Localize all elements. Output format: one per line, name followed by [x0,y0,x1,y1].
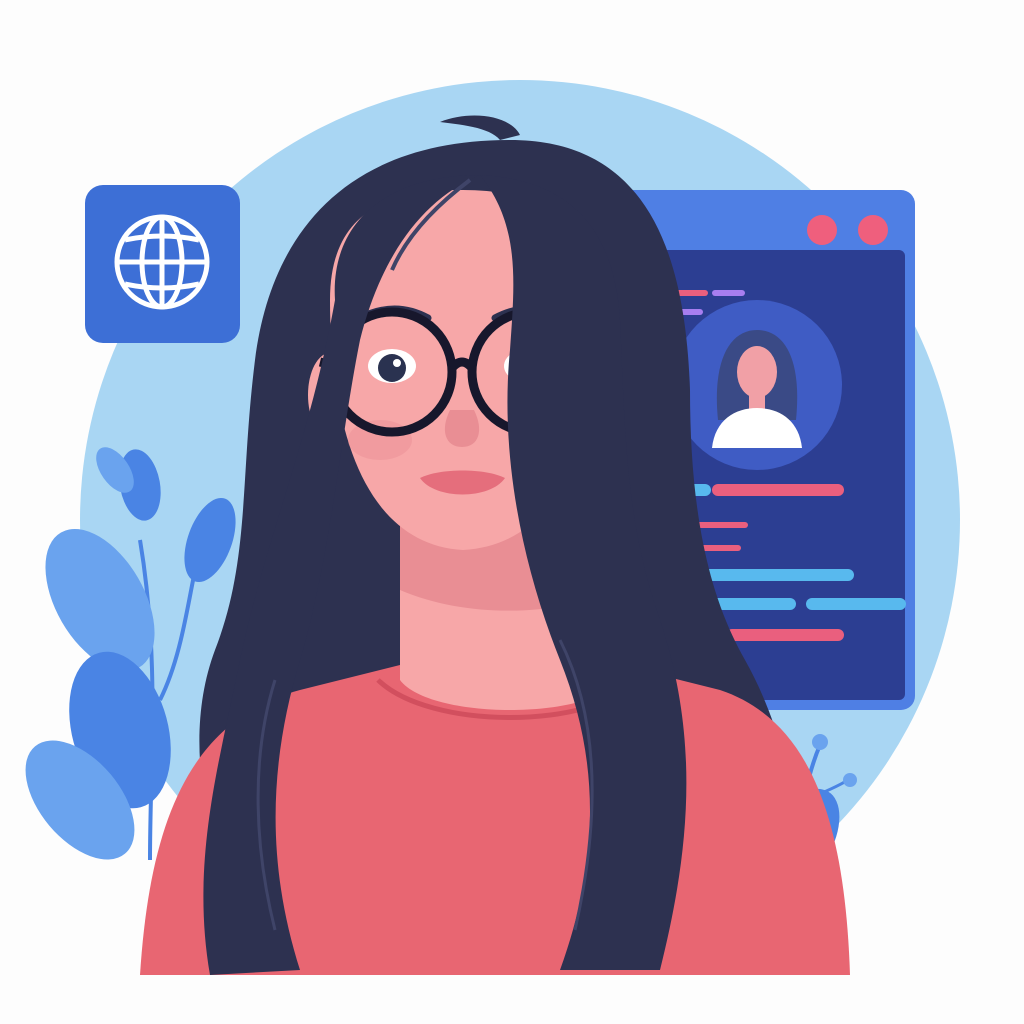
illustration-canvas [0,0,1024,1024]
illustration [25,80,960,975]
window-control-dot-icon[interactable] [858,215,888,245]
profile-avatar [672,300,842,470]
globe-icon [114,214,210,310]
window-control-dot-icon[interactable] [807,215,837,245]
globe-tile[interactable] [85,185,240,343]
